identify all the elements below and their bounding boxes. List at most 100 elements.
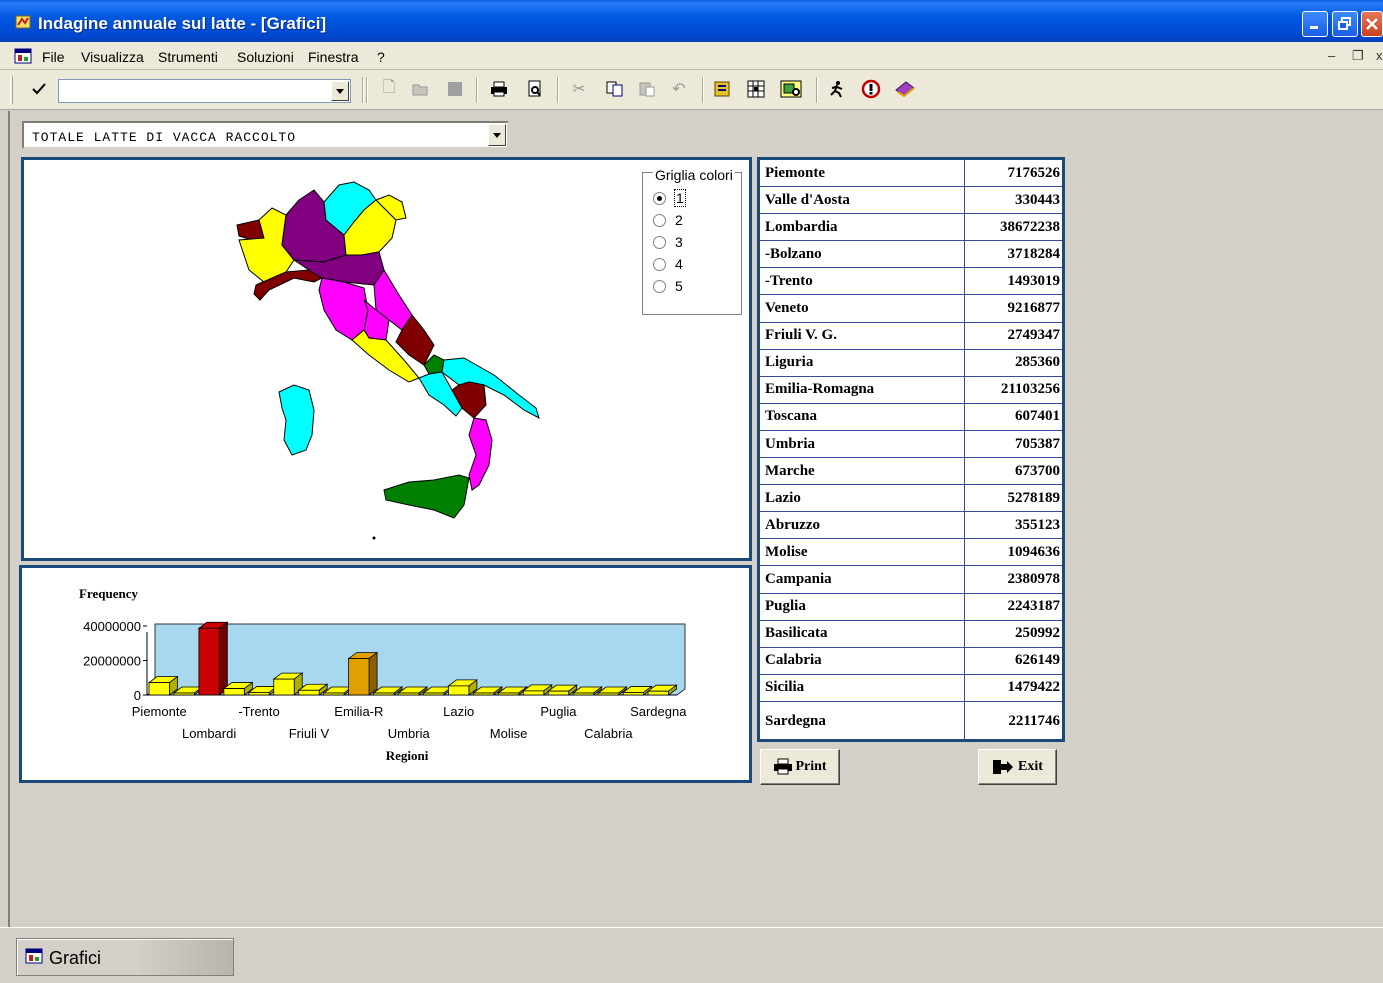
color-grid-option-5[interactable]: 5 [653,278,683,294]
window-title: Indagine annuale sul latte - [Grafici] [38,14,327,33]
table-row: Lombardia 38672238 [760,214,1062,242]
region-value-cell: 1094636 [1007,543,1061,560]
radio-selected-icon[interactable] [653,191,666,205]
table-row: -Bolzano 3718284 [760,241,1062,269]
image-viewer-icon[interactable] [780,78,802,100]
menu-help[interactable]: ? [377,49,385,65]
y-tick-label: 20000000 [83,654,141,669]
print-button[interactable]: Print [760,749,840,785]
region-value-cell: 2749347 [1007,327,1061,344]
x-tick-label: Puglia [540,704,577,719]
app-window: Indagine annuale sul latte - [Grafici] F… [0,0,1383,983]
document-icon [25,948,43,964]
radio-icon[interactable] [653,257,666,271]
save-icon[interactable] [444,78,466,100]
bar [647,690,669,696]
cut-icon[interactable]: ✂ [568,78,590,100]
bar [148,682,170,696]
menu-soluzioni[interactable]: Soluzioni [237,49,294,65]
y-axis-label: Frequency [79,586,138,601]
color-grid-option-label: 5 [675,278,683,294]
toolbar-separator [362,77,364,103]
region-value-cell: 9216877 [1007,300,1061,317]
chevron-down-icon[interactable] [331,81,349,101]
radio-icon[interactable] [653,235,666,249]
x-tick-label: Umbria [388,726,431,741]
menu-file[interactable]: File [42,49,65,65]
copy-icon[interactable] [604,78,626,100]
print-icon[interactable] [488,78,510,100]
color-grid-option-label: 1 [674,189,686,207]
radio-icon[interactable] [653,279,666,293]
y-tick-label: 0 [134,688,141,703]
undo-icon[interactable]: ↶ [668,78,690,100]
bar [373,692,395,696]
status-bar: Grafici [0,927,1383,983]
region-value-cell: 21103256 [1000,381,1060,398]
minimize-button[interactable] [1302,11,1328,37]
new-file-icon[interactable]: 🗋 [378,78,400,100]
bar [622,692,644,696]
table-row: Sicilia 1479422 [760,675,1062,702]
radio-icon[interactable] [653,213,666,227]
color-grid-option-2[interactable]: 2 [653,212,683,228]
menu-visualizza[interactable]: Visualizza [81,49,144,65]
grid-chart-icon[interactable] [746,78,768,100]
x-tick-label: Emilia-R [334,704,383,719]
book-icon[interactable] [894,78,916,100]
restore-button[interactable] [1332,11,1358,37]
x-tick-label: -Trento [238,704,279,719]
region-value-cell: 2380978 [1007,571,1061,588]
x-tick-label: Lazio [443,704,474,719]
mdi-minimize-icon[interactable]: – [1328,48,1335,63]
menu-strumenti[interactable]: Strumenti [158,49,218,65]
chevron-down-icon[interactable] [488,124,506,146]
region-sicilia[interactable] [383,474,470,519]
region-name-cell: Lazio [765,489,801,506]
open-folder-icon[interactable] [410,78,432,100]
running-man-icon[interactable] [826,78,848,100]
menu-finestra[interactable]: Finestra [308,49,359,65]
info-icon[interactable] [860,78,882,100]
bar [323,692,345,696]
region-value-cell: 285360 [1015,354,1060,371]
region-toscana[interactable] [318,277,369,341]
mdi-restore-icon[interactable]: ❐ [1352,48,1364,64]
close-button[interactable] [1361,11,1383,37]
check-button[interactable] [28,78,50,100]
menu-bar: File Visualizza Strumenti Soluzioni Fine… [0,42,1383,70]
print-preview-icon[interactable] [524,78,546,100]
bar-side [218,621,228,696]
exit-button[interactable]: Exit [978,749,1057,785]
table-row: -Trento 1493019 [760,268,1062,296]
exit-button-label: Exit [1018,759,1043,774]
minimized-window-grafici[interactable]: Grafici [16,938,234,976]
table-row: Umbria 705387 [760,431,1062,459]
title-bar: Indagine annuale sul latte - [Grafici] [0,0,1383,42]
color-grid-option-4[interactable]: 4 [653,256,683,272]
x-tick-label: Molise [490,726,528,741]
table-row: Campania 2380978 [760,567,1062,594]
x-tick-label: Calabria [584,726,633,741]
paste-icon[interactable] [636,78,658,100]
variable-dropdown[interactable]: TOTALE LATTE DI VACCA RACCOLTO [22,121,509,149]
toolbar-combo[interactable] [58,79,351,103]
toolbar: 🗋 ✂ ↶ [0,70,1383,110]
document-icon[interactable] [14,48,32,64]
color-grid-option-1[interactable]: 1 [653,189,686,207]
region-sardegna[interactable] [278,384,315,456]
region-name-cell: Lombardia [765,218,838,235]
region-value-cell: 673700 [1015,462,1060,479]
region-value-cell: 2243187 [1007,598,1061,615]
color-grid-option-3[interactable]: 3 [653,234,683,250]
table-row: Friuli V. G. 2749347 [760,323,1062,350]
bar [348,658,370,696]
region-calabria[interactable] [468,417,493,491]
y-tick-label: 40000000 [83,619,141,634]
color-grid-option-label: 3 [675,234,683,250]
region-value-cell: 1479422 [1007,679,1061,696]
mdi-close-icon[interactable]: x [1376,48,1383,63]
data-book-icon[interactable] [712,78,734,100]
toolbar-separator [702,77,704,103]
region-name-cell: -Bolzano [765,245,822,262]
